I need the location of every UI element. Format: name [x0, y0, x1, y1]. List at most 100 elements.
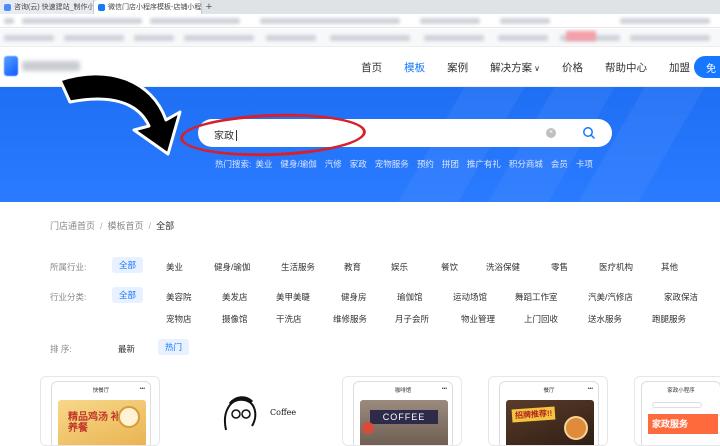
search-icon[interactable]: [582, 126, 596, 140]
template-preview: 咖啡馆 ••• COFFEE: [353, 381, 453, 445]
hot-term[interactable]: 拼团: [442, 158, 459, 170]
card-title: 咖啡馆: [394, 388, 412, 394]
category-option[interactable]: 运动场馆: [453, 291, 487, 303]
card-title: 快餐厅: [92, 388, 110, 394]
nav-join[interactable]: 加盟: [669, 60, 690, 75]
tab-title: 微信门店小程序模板-店铺小程序: [108, 4, 202, 11]
category-option-all[interactable]: 全部: [112, 287, 144, 303]
main-nav: 首页 模板 案例 解决方案 ∨ 价格 帮助中心 加盟: [339, 47, 690, 87]
template-card[interactable]: 家政小程序 家政服务: [634, 376, 720, 446]
industry-option[interactable]: 美业: [166, 261, 183, 273]
template-image: 招牌推荐!!: [506, 400, 594, 445]
hot-term[interactable]: 推广有礼: [467, 158, 501, 170]
category-option[interactable]: 送水服务: [588, 313, 622, 325]
sort-label: 排 序:: [50, 344, 72, 354]
category-option[interactable]: 舞蹈工作室: [515, 291, 558, 303]
hot-term[interactable]: 汽修: [325, 158, 342, 170]
card-title: 家政小程序: [667, 388, 695, 394]
bookmarks-bar: [0, 29, 720, 47]
hot-search-label: 热门搜索:: [215, 159, 252, 169]
more-icon: •••: [139, 386, 145, 392]
template-image: Coffee: [212, 390, 300, 440]
card-image-text: 招牌推荐!!: [511, 406, 556, 423]
industry-option[interactable]: 医疗机构: [599, 261, 633, 273]
industry-option-all[interactable]: 全部: [112, 257, 144, 273]
hot-term[interactable]: 宠物服务: [375, 158, 409, 170]
industry-option[interactable]: 洗浴保健: [486, 261, 520, 273]
nav-cases[interactable]: 案例: [447, 60, 468, 75]
sort-option-hot[interactable]: 热门: [158, 339, 190, 355]
more-icon: •••: [587, 386, 593, 392]
hot-term[interactable]: 健身/瑜伽: [280, 158, 316, 170]
hot-term[interactable]: 预约: [417, 158, 434, 170]
template-preview: Coffee: [206, 380, 306, 446]
category-option[interactable]: 家政保洁: [664, 291, 698, 303]
tab-favicon-icon: [4, 3, 11, 11]
category-option[interactable]: 月子会所: [395, 313, 429, 325]
sort-row: 排 序: 最新 热门: [50, 339, 350, 355]
breadcrumb-link[interactable]: 门店通首页: [50, 221, 95, 231]
industry-filter-label: 所属行业:: [50, 262, 87, 272]
free-trial-button[interactable]: 免: [694, 56, 720, 78]
industry-filter-row: 所属行业: 全部 美业 健身/瑜伽 生活服务 教育 娱乐 餐饮 洗浴保健 零售 …: [50, 257, 720, 273]
category-option[interactable]: 健身房: [341, 291, 367, 303]
template-image: COFFEE: [360, 400, 448, 445]
category-option[interactable]: 汽美/汽修店: [588, 291, 633, 303]
template-preview: 家政小程序 家政服务: [641, 381, 720, 445]
new-tab-button[interactable]: +: [202, 0, 216, 14]
industry-option[interactable]: 餐饮: [441, 261, 458, 273]
category-filter-row: 行业分类: 全部 美容院 美发店 美甲美睫 健身房 瑜伽馆 运动场馆 舞蹈工作室…: [50, 287, 720, 325]
annotation-arrow-icon: [58, 72, 182, 156]
nav-home[interactable]: 首页: [361, 60, 382, 75]
category-option[interactable]: 美容院: [166, 291, 192, 303]
industry-option[interactable]: 教育: [344, 261, 361, 273]
chevron-down-icon: ∨: [534, 63, 540, 73]
category-option[interactable]: 维修服务: [333, 313, 367, 325]
industry-option[interactable]: 其他: [661, 261, 678, 273]
nav-solutions-label: 解决方案: [490, 61, 533, 74]
category-option[interactable]: 上门回收: [524, 313, 558, 325]
hot-term[interactable]: 积分商城: [509, 158, 543, 170]
category-option[interactable]: 美甲美睫: [276, 291, 310, 303]
category-option[interactable]: 瑜伽馆: [397, 291, 423, 303]
address-bar[interactable]: [0, 14, 720, 28]
breadcrumb: 门店通首页 / 模板首页 / 全部: [50, 219, 174, 232]
template-card[interactable]: 咖啡馆 ••• COFFEE: [342, 376, 462, 446]
industry-option[interactable]: 娱乐: [391, 261, 408, 273]
template-image: 家政服务: [646, 400, 718, 445]
tab-title: 咨询(云) 快速建站_制作小程序: [14, 4, 94, 11]
nav-templates[interactable]: 模板: [404, 60, 425, 75]
template-card[interactable]: Coffee: [196, 376, 316, 446]
category-option[interactable]: 跑腿服务: [652, 313, 686, 325]
hot-search-terms: 热门搜索: 美业 健身/瑜伽 汽修 家政 宠物服务 预约 拼团 推广有礼 积分商…: [215, 158, 601, 170]
nav-solutions[interactable]: 解决方案 ∨: [490, 60, 540, 75]
template-preview: 餐厅 ••• 招牌推荐!!: [499, 381, 599, 445]
template-image: 精品鸡汤 补养餐: [58, 400, 146, 445]
hot-term[interactable]: 会员: [551, 158, 568, 170]
category-option[interactable]: 物业管理: [461, 313, 495, 325]
breadcrumb-separator: /: [100, 221, 103, 231]
hot-term[interactable]: 卡项: [576, 158, 593, 170]
hot-term[interactable]: 家政: [350, 158, 367, 170]
industry-option[interactable]: 健身/瑜伽: [214, 261, 250, 273]
category-option[interactable]: 干洗店: [276, 313, 302, 325]
industry-option[interactable]: 零售: [551, 261, 568, 273]
category-option[interactable]: 宠物店: [166, 313, 192, 325]
breadcrumb-link[interactable]: 模板首页: [108, 221, 144, 231]
browser-tab-2[interactable]: 微信门店小程序模板-店铺小程序 ×: [94, 0, 202, 14]
sort-option-latest[interactable]: 最新: [118, 343, 135, 355]
template-card[interactable]: 快餐厅 ••• 精品鸡汤 补养餐: [40, 376, 160, 446]
template-card[interactable]: 餐厅 ••• 招牌推荐!!: [488, 376, 608, 446]
template-card-list: 快餐厅 ••• 精品鸡汤 补养餐 Coffee 咖啡馆 ••• COFFEE 餐…: [0, 376, 720, 446]
card-image-text: 家政服务: [648, 414, 718, 434]
nav-pricing[interactable]: 价格: [562, 60, 583, 75]
hot-term[interactable]: 美业: [255, 158, 272, 170]
breadcrumb-separator: /: [148, 221, 152, 231]
category-option[interactable]: 摄像馆: [222, 313, 248, 325]
nav-help[interactable]: 帮助中心: [605, 60, 647, 75]
browser-tab-bar: 咨询(云) 快速建站_制作小程序 × 微信门店小程序模板-店铺小程序 × +: [0, 0, 720, 14]
clear-icon[interactable]: ×: [546, 128, 556, 138]
industry-option[interactable]: 生活服务: [281, 261, 315, 273]
category-option[interactable]: 美发店: [222, 291, 248, 303]
browser-tab-1[interactable]: 咨询(云) 快速建站_制作小程序 ×: [0, 0, 94, 14]
